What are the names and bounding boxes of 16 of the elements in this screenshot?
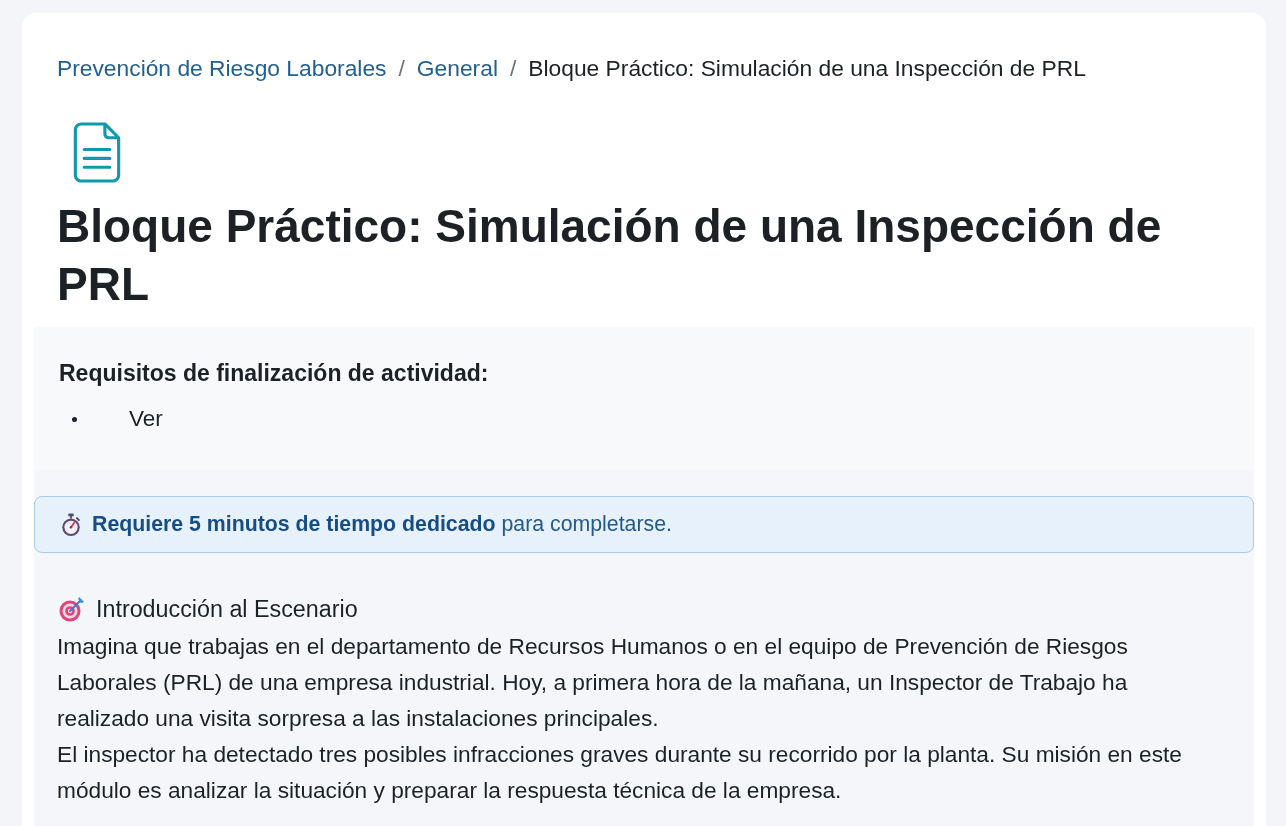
target-icon <box>59 596 85 622</box>
bullet-icon <box>72 416 77 422</box>
breadcrumb-separator: / <box>509 54 517 83</box>
paragraph: Imagina que trabajas en el departamento de Recursos Humanos o en el equipo de Prevención de Riesgos Laborales (PRL) de una empresa industrial. Hoy, a primera hora de la mañana, un Inspector de Trabajo ha realizado una visita sorpresa a las instalaciones principales. <box>57 632 1129 733</box>
requirement-text: Ver <box>129 406 163 432</box>
paragraph: El inspector ha detectado tres posibles infracciones graves durante su recorrido por la planta. Su misión en este módulo es analizar la situación y preparar la respuesta técnica de la empresa. <box>57 740 1183 805</box>
section-heading: Introducción al Escenario <box>96 595 358 623</box>
breadcrumb-separator: / <box>398 54 405 83</box>
completion-heading: Requisitos de finalización de actividad: <box>59 359 489 387</box>
stopwatch-icon <box>60 512 82 537</box>
breadcrumb-current: Bloque Práctico: Simulación de una Inspección de PRL <box>528 54 1086 83</box>
document-icon <box>73 122 121 183</box>
notice-text: Requiere 5 minutos de tiempo dedicado para completarse. <box>92 512 672 537</box>
page-title: Bloque Práctico: Simulación de una Inspección de PRL <box>57 199 1163 312</box>
breadcrumb-link[interactable]: General <box>416 53 498 83</box>
breadcrumb-link[interactable]: Prevención de Riesgo Laborales <box>57 53 387 83</box>
